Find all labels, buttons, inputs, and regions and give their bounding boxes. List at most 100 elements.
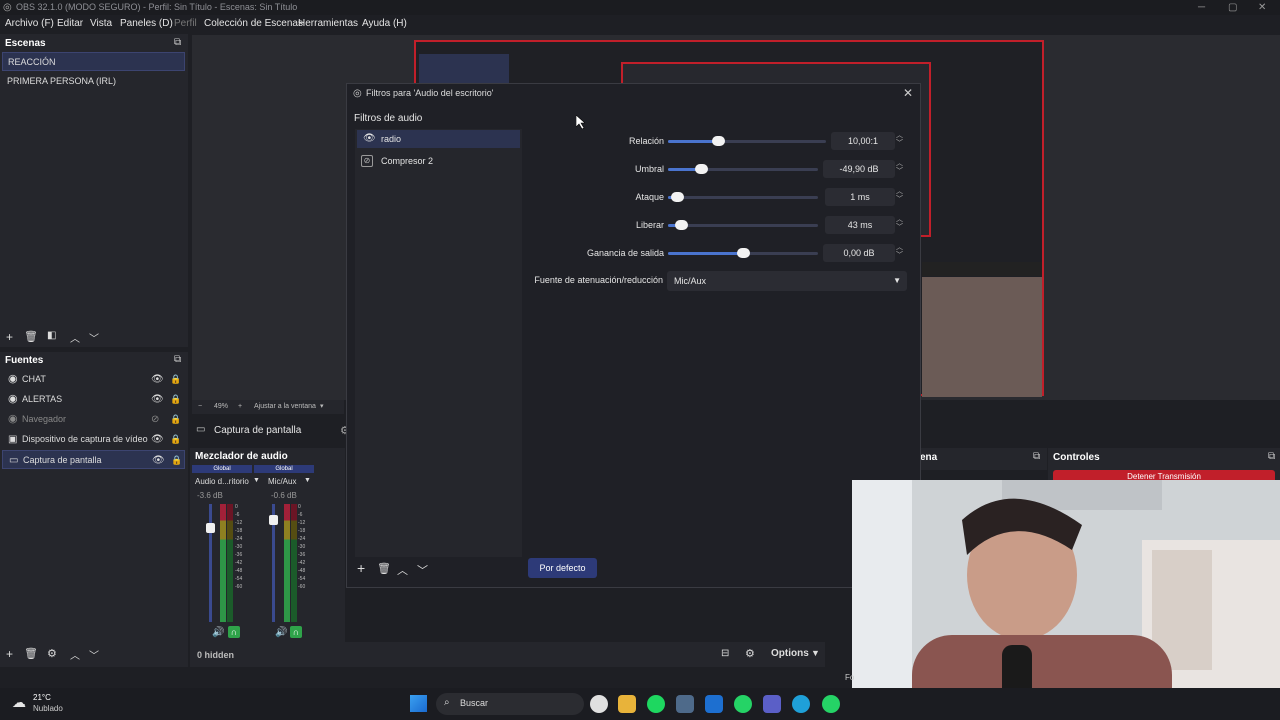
scene-filters-icon[interactable]: ◧ xyxy=(47,330,56,341)
gear-icon[interactable]: ⚙ xyxy=(745,647,755,660)
spotify-icon[interactable] xyxy=(647,695,665,713)
undock-icon[interactable]: ⧉ xyxy=(174,354,181,365)
source-item-chat[interactable]: ◉ CHAT 👁 🔒 xyxy=(2,370,185,389)
menu-perfil[interactable]: Perfil xyxy=(174,15,197,33)
teams-icon[interactable] xyxy=(763,695,781,713)
chevron-down-icon[interactable]: ▼ xyxy=(253,477,260,484)
menu-herramientas[interactable]: Herramientas xyxy=(298,15,358,33)
eye-off-icon[interactable]: ⊘ xyxy=(361,155,373,167)
speaker-icon[interactable]: 🔊 xyxy=(212,627,224,638)
fit-window-button[interactable]: Ajustar a la ventana xyxy=(254,400,316,414)
move-up-icon[interactable]: ︿ xyxy=(70,330,80,345)
taskbar-search[interactable]: ⌕ Buscar xyxy=(436,693,584,715)
chrome-icon[interactable] xyxy=(590,695,608,713)
eye-icon[interactable]: 👁 xyxy=(363,130,376,148)
undock-icon[interactable]: ⧉ xyxy=(1033,451,1040,462)
menu-vista[interactable]: Vista xyxy=(90,15,112,33)
visibility-eye-icon[interactable]: 👁 xyxy=(151,390,164,409)
file-explorer-icon[interactable] xyxy=(618,695,636,713)
lock-icon[interactable]: 🔒 xyxy=(171,451,182,470)
source-item-dispositivo[interactable]: ▣ Dispositivo de captura de vídeo 👁 🔒 xyxy=(2,430,185,449)
whatsapp-icon[interactable] xyxy=(734,695,752,713)
filter-item-compresor[interactable]: ⊘ Compresor 2 xyxy=(357,152,520,170)
move-up-icon[interactable]: ︿ xyxy=(397,562,408,578)
source-properties-icon[interactable]: ⚙ xyxy=(47,647,57,660)
filter-item-radio[interactable]: 👁 radio xyxy=(357,130,520,148)
move-down-icon[interactable]: ﹀ xyxy=(89,330,99,345)
remove-filter-icon[interactable]: 🗑 xyxy=(377,562,391,575)
speaker-icon[interactable]: 🔊 xyxy=(275,627,287,638)
visibility-hidden-icon[interactable]: ⊘ xyxy=(151,410,159,429)
lock-icon[interactable]: 🔒 xyxy=(170,410,181,429)
weather-icon[interactable]: ☁ xyxy=(12,694,26,711)
lock-icon[interactable]: 🔒 xyxy=(170,370,181,389)
source-item-navegador[interactable]: ◉ Navegador ⊘ 🔒 xyxy=(2,410,185,429)
menu-ayuda[interactable]: Ayuda (H) xyxy=(362,15,407,33)
maximize-button[interactable]: ▢ xyxy=(1228,0,1237,15)
attack-slider[interactable] xyxy=(668,192,818,202)
menu-coleccion[interactable]: Colección de Escenas xyxy=(204,15,303,33)
scene-item-primera-persona[interactable]: PRIMERA PERSONA (IRL) xyxy=(2,72,185,91)
zoom-out-button[interactable]: − xyxy=(198,400,202,414)
lock-icon[interactable]: 🔒 xyxy=(170,390,181,409)
volume-fader-knob[interactable] xyxy=(206,523,215,533)
move-up-icon[interactable]: ︿ xyxy=(70,647,80,662)
add-source-icon[interactable]: + xyxy=(6,647,13,661)
defaults-button[interactable]: Por defecto xyxy=(528,558,597,578)
ratio-slider[interactable] xyxy=(668,136,826,146)
layout-icon[interactable]: ⊟ xyxy=(721,648,729,659)
options-button[interactable]: Options xyxy=(771,648,809,659)
hidden-count[interactable]: 0 hidden xyxy=(197,650,234,660)
channel-name[interactable]: Mic/Aux xyxy=(268,477,296,486)
menu-editar[interactable]: Editar xyxy=(57,15,83,33)
remove-source-icon[interactable]: 🗑 xyxy=(24,647,38,660)
release-spinbox[interactable]: 43 ms xyxy=(825,216,895,234)
output-gain-spinbox[interactable]: 0,00 dB xyxy=(823,244,895,262)
threshold-spinbox[interactable]: -49,90 dB xyxy=(823,160,895,178)
undock-icon[interactable]: ⧉ xyxy=(1268,451,1275,462)
visibility-eye-icon[interactable]: 👁 xyxy=(152,451,165,470)
scene-item-reaccion[interactable]: REACCIÓN xyxy=(2,52,185,71)
add-filter-icon[interactable]: + xyxy=(357,560,365,576)
outlook-icon[interactable] xyxy=(705,695,723,713)
chevron-down-icon[interactable]: ▾ xyxy=(320,400,324,414)
chevron-down-icon[interactable]: ▼ xyxy=(304,477,311,484)
zoom-in-button[interactable]: + xyxy=(238,400,242,414)
volume-fader-track[interactable] xyxy=(206,504,215,622)
lock-icon[interactable]: 🔒 xyxy=(170,430,181,449)
spin-arrows-icon[interactable]: ︿ ﹀ xyxy=(896,160,903,176)
visibility-eye-icon[interactable]: 👁 xyxy=(151,430,164,449)
spin-arrows-icon[interactable]: ︿ ﹀ xyxy=(896,132,903,148)
spin-arrows-icon[interactable]: ︿ ﹀ xyxy=(896,188,903,204)
headphones-icon[interactable]: ∩ xyxy=(228,626,240,638)
atten-source-select[interactable]: Mic/Aux ▼ xyxy=(667,271,907,291)
spin-arrows-icon[interactable]: ︿ ﹀ xyxy=(896,244,903,260)
release-slider[interactable] xyxy=(668,220,818,230)
close-icon[interactable]: ✕ xyxy=(903,86,913,100)
ratio-spinbox[interactable]: 10,00:1 xyxy=(831,132,895,150)
chevron-down-icon[interactable]: ▼ xyxy=(811,648,820,658)
chevron-down-icon[interactable]: ▼ xyxy=(893,271,901,291)
windows-start-icon[interactable] xyxy=(410,695,427,712)
spin-arrows-icon[interactable]: ︿ ﹀ xyxy=(896,216,903,232)
whatsapp-business-icon[interactable] xyxy=(822,695,840,713)
remove-scene-icon[interactable]: 🗑 xyxy=(24,330,38,343)
volume-fader-track[interactable] xyxy=(269,504,278,622)
edge-icon[interactable] xyxy=(792,695,810,713)
source-item-captura[interactable]: ▭ Captura de pantalla 👁 🔒 xyxy=(2,450,185,469)
attack-spinbox[interactable]: 1 ms xyxy=(825,188,895,206)
channel-name[interactable]: Audio d...ritorio xyxy=(195,477,249,486)
headphones-icon[interactable]: ∩ xyxy=(290,626,302,638)
menu-archivo[interactable]: Archivo (F) xyxy=(5,15,54,33)
minimize-button[interactable]: ─ xyxy=(1198,0,1205,15)
menu-paneles[interactable]: Paneles (D) xyxy=(120,15,173,33)
visibility-eye-icon[interactable]: 👁 xyxy=(151,370,164,389)
source-item-alertas[interactable]: ◉ ALERTAS 👁 🔒 xyxy=(2,390,185,409)
volume-fader-knob[interactable] xyxy=(269,515,278,525)
undock-icon[interactable]: ⧉ xyxy=(174,37,181,48)
threshold-slider[interactable] xyxy=(668,164,818,174)
close-window-button[interactable]: ✕ xyxy=(1258,0,1266,15)
move-down-icon[interactable]: ﹀ xyxy=(89,647,99,662)
calculator-icon[interactable] xyxy=(676,695,694,713)
move-down-icon[interactable]: ﹀ xyxy=(417,562,428,578)
